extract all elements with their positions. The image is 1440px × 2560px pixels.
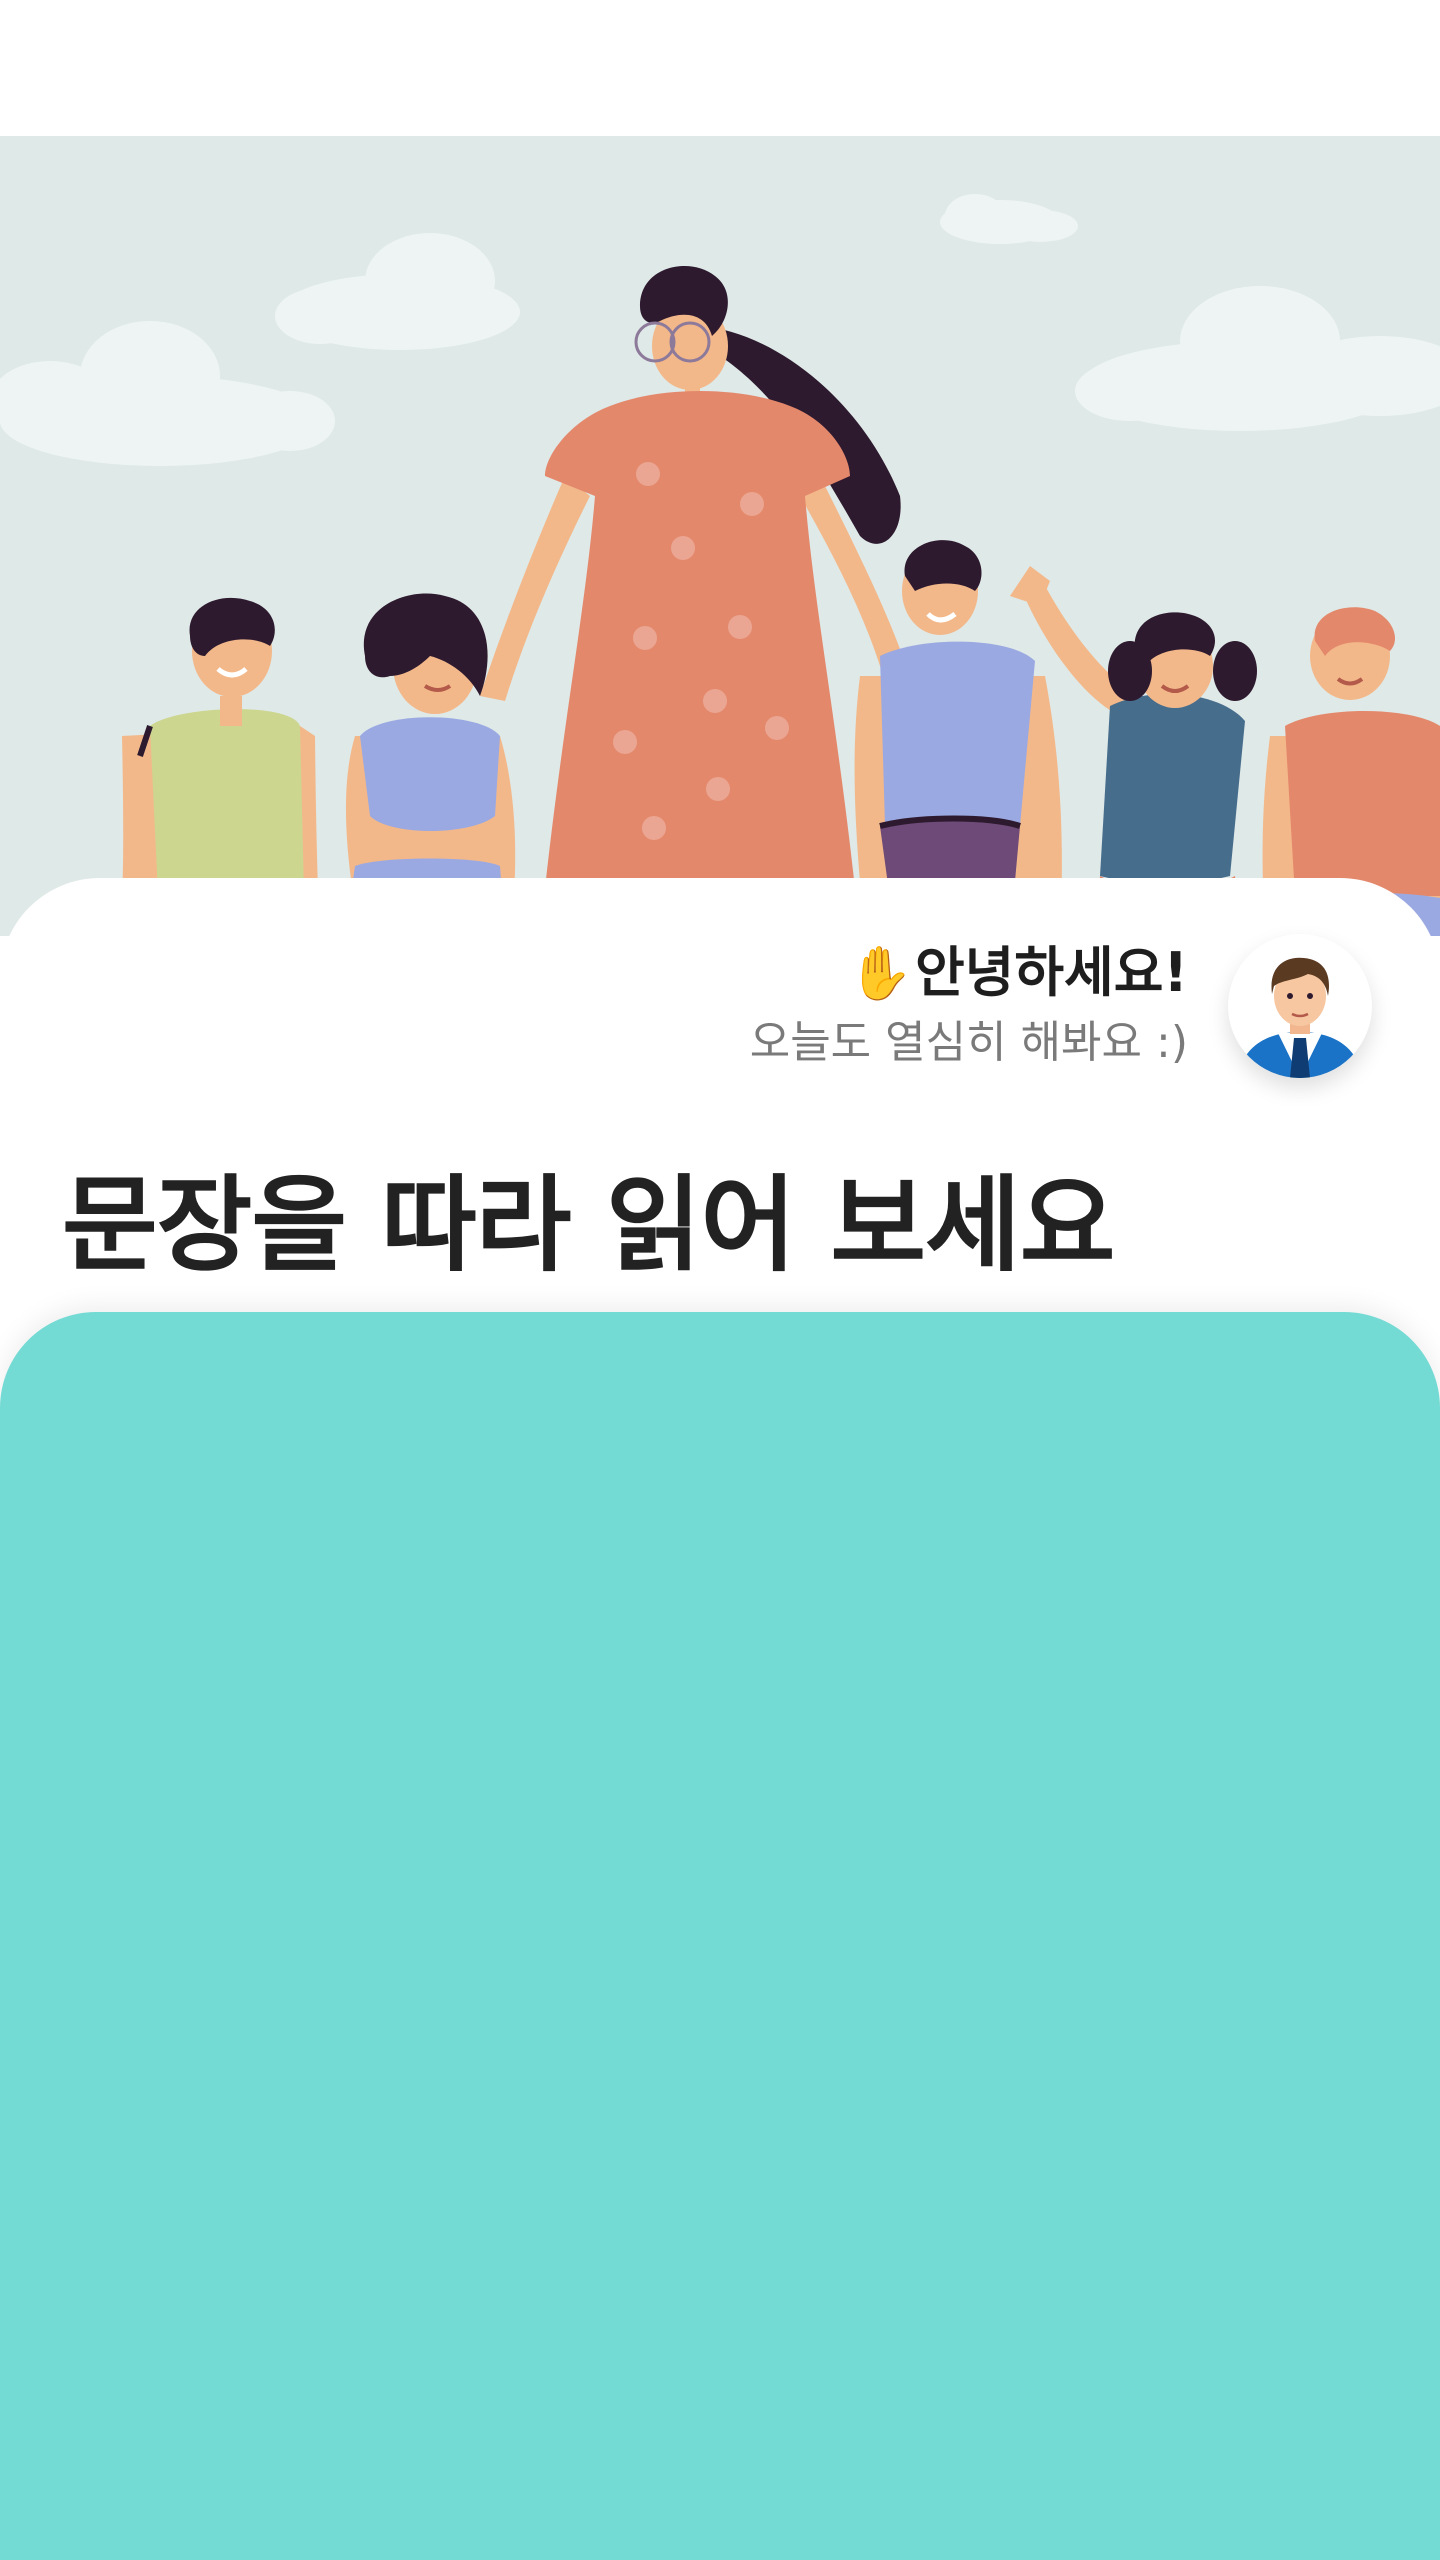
teacher-with-children-illustration [0, 194, 1440, 936]
greeting-title: ✋안녕하세요! [750, 938, 1188, 1009]
profile-avatar[interactable] [1228, 934, 1372, 1078]
content-card: ✋안녕하세요! 오늘도 열심히 해봐요 :) 문장을 따라 읽어 보세요 [0, 878, 1440, 2560]
instruction-title: 문장을 따라 읽어 보세요 [62, 1164, 1115, 1286]
reading-panel[interactable] [0, 1312, 1440, 2560]
teacher-figure [480, 266, 915, 936]
businessman-avatar-icon [1238, 957, 1362, 1078]
status-bar [0, 0, 1440, 136]
greeting: ✋안녕하세요! 오늘도 열심히 해봐요 :) [750, 938, 1188, 1075]
hero-illustration [0, 136, 1440, 936]
raised-hand-icon: ✋ [848, 944, 913, 1004]
greeting-title-text: 안녕하세요! [914, 941, 1188, 1004]
greeting-subtitle: 오늘도 열심히 해봐요 :) [749, 1017, 1188, 1068]
